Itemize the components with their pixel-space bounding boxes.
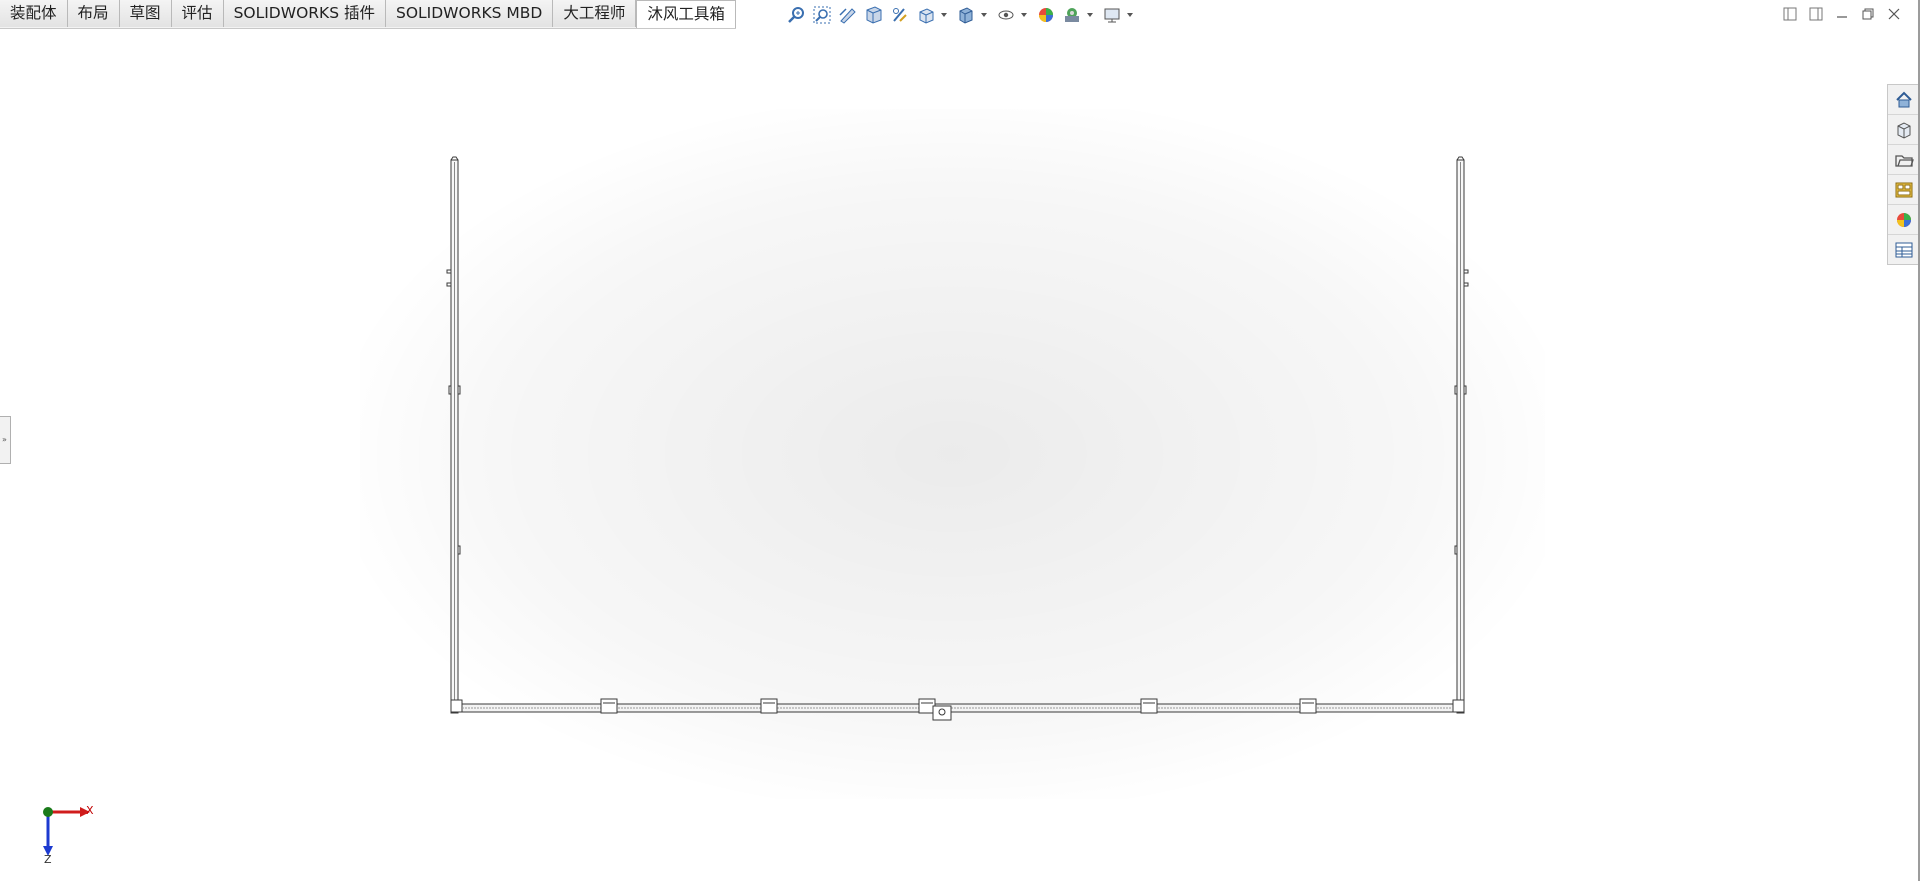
heads-up-view-toolbar xyxy=(784,3,1140,27)
feature-manager-expand-handle[interactable]: » xyxy=(0,416,11,464)
solidworks-resources-icon[interactable] xyxy=(1888,85,1920,115)
hide-show-items-dropdown[interactable] xyxy=(1020,4,1028,26)
axis-z-label: Z xyxy=(44,853,52,866)
view-orientation-dropdown[interactable] xyxy=(940,4,948,26)
section-view-icon[interactable] xyxy=(862,4,886,26)
axis-x-label: X xyxy=(86,804,94,817)
tab-solidworks-mbd[interactable]: SOLIDWORKS MBD xyxy=(385,0,554,27)
hide-show-items-icon[interactable] xyxy=(994,4,1018,26)
command-manager-tabs: 装配体 布局 草图 评估 SOLIDWORKS 插件 SOLIDWORKS MB… xyxy=(0,0,736,29)
assembly-model xyxy=(446,156,1469,721)
appearances-scenes-icon[interactable] xyxy=(1888,205,1920,235)
minimize-icon[interactable] xyxy=(1834,6,1850,22)
tab-mufeng-toolbox[interactable]: 沐风工具箱 xyxy=(636,0,736,28)
display-style-icon[interactable] xyxy=(954,4,978,26)
file-explorer-icon[interactable] xyxy=(1888,145,1920,175)
edit-appearance-icon[interactable] xyxy=(1034,4,1058,26)
window-controls xyxy=(1782,6,1902,22)
view-palette-icon[interactable] xyxy=(1888,175,1920,205)
apply-scene-dropdown[interactable] xyxy=(1086,4,1094,26)
zoom-to-area-icon[interactable] xyxy=(810,4,834,26)
dynamic-annotation-icon[interactable] xyxy=(888,4,912,26)
close-icon[interactable] xyxy=(1886,6,1902,22)
tab-solidworks-addins[interactable]: SOLIDWORKS 插件 xyxy=(223,0,386,27)
task-pane-tabs xyxy=(1887,84,1920,265)
tab-assembly[interactable]: 装配体 xyxy=(0,0,68,27)
previous-view-icon[interactable] xyxy=(836,4,860,26)
restore-icon[interactable] xyxy=(1860,6,1876,22)
reference-triad: X Z xyxy=(36,800,106,866)
graphics-area[interactable] xyxy=(0,29,1906,881)
tile-left-icon[interactable] xyxy=(1782,6,1798,22)
tab-evaluate[interactable]: 评估 xyxy=(171,0,224,27)
tab-layout[interactable]: 布局 xyxy=(67,0,120,27)
view-settings-dropdown[interactable] xyxy=(1126,4,1134,26)
design-library-icon[interactable] xyxy=(1888,115,1920,145)
tab-big-engineer[interactable]: 大工程师 xyxy=(553,0,637,27)
display-style-dropdown[interactable] xyxy=(980,4,988,26)
apply-scene-icon[interactable] xyxy=(1060,4,1084,26)
view-orientation-icon[interactable] xyxy=(914,4,938,26)
expand-arrow-icon: » xyxy=(2,435,7,444)
tile-right-icon[interactable] xyxy=(1808,6,1824,22)
custom-properties-icon[interactable] xyxy=(1888,235,1920,264)
view-settings-icon[interactable] xyxy=(1100,4,1124,26)
zoom-to-fit-icon[interactable] xyxy=(784,4,808,26)
tab-sketch[interactable]: 草图 xyxy=(119,0,172,27)
